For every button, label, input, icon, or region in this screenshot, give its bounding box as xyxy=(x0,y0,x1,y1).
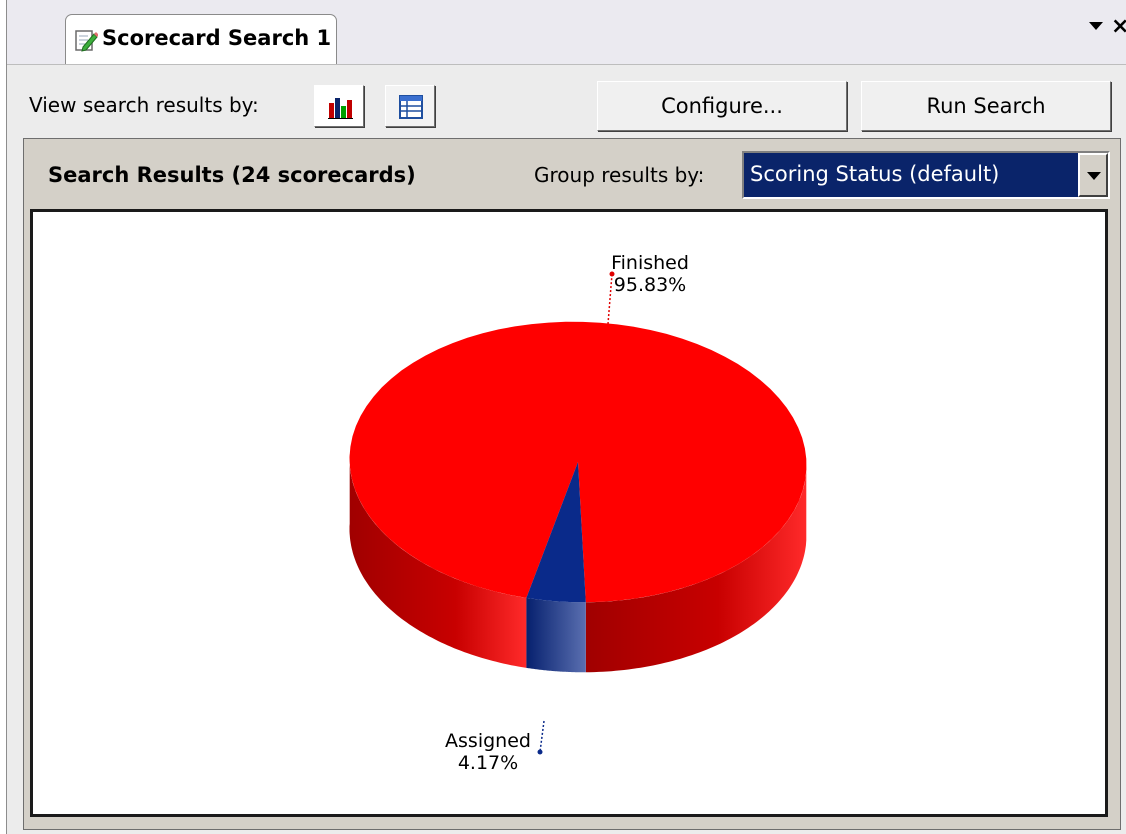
assigned-category-label: Assigned xyxy=(445,730,531,752)
finished-percent-label: 95.83% xyxy=(614,274,686,296)
pie-graphic xyxy=(349,321,807,673)
search-results-panel: Search Results (24 scorecards) Group res… xyxy=(23,138,1121,830)
bar-chart-icon xyxy=(328,98,353,119)
finished-leader-line xyxy=(607,273,613,325)
assigned-percent-label: 4.17% xyxy=(458,752,518,774)
group-by-value: Scoring Status (default) xyxy=(750,162,1000,186)
chevron-down-icon[interactable] xyxy=(1078,153,1108,197)
chart-area: Finished 95.83% Assigned 4.17% xyxy=(30,209,1108,817)
edit-document-icon xyxy=(75,30,98,52)
table-view-button[interactable] xyxy=(385,85,435,127)
scorecard-search-window: Scorecard Search 1 × View search results… xyxy=(6,0,1126,834)
assigned-slice-side xyxy=(526,597,586,673)
chart-view-button[interactable] xyxy=(314,85,364,127)
group-by-label: Group results by: xyxy=(534,163,705,187)
results-title: Search Results (24 scorecards) xyxy=(48,163,416,187)
toolbar: View search results by: Configure... Run… xyxy=(7,64,1126,137)
table-grid-icon xyxy=(399,95,423,119)
assigned-leader-dot xyxy=(537,749,543,755)
finished-category-label: Finished xyxy=(611,252,689,274)
results-header: Search Results (24 scorecards) Group res… xyxy=(24,139,1120,207)
tab-title: Scorecard Search 1 xyxy=(102,26,332,50)
tab-strip: Scorecard Search 1 × xyxy=(7,0,1126,64)
run-search-button[interactable]: Run Search xyxy=(861,81,1111,131)
configure-button[interactable]: Configure... xyxy=(597,81,847,131)
tab-menu-arrow-icon[interactable] xyxy=(1089,22,1103,30)
close-icon[interactable]: × xyxy=(1111,14,1126,39)
assigned-leader-line xyxy=(539,720,545,753)
tab-scorecard-search[interactable]: Scorecard Search 1 xyxy=(65,14,337,64)
view-results-label: View search results by: xyxy=(29,93,259,117)
pie-chart: Finished95.83% Assigned4.17% xyxy=(349,252,807,774)
group-by-select[interactable]: Scoring Status (default) xyxy=(742,151,1110,199)
